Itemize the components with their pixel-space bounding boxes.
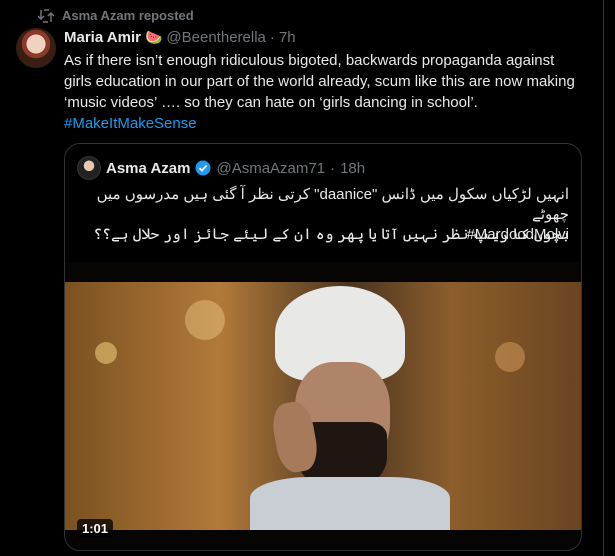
- author-handle[interactable]: @Beentherella: [166, 29, 265, 46]
- repost-label[interactable]: Asma Azam reposted: [62, 8, 194, 23]
- quoted-hashtag[interactable]: #MardoodMolvi: [466, 226, 569, 243]
- separator-dot: ·: [269, 29, 275, 46]
- background-light: [185, 300, 225, 340]
- avatar[interactable]: [16, 28, 56, 68]
- tweet-body: As if there isn’t enough ridiculous bigo…: [64, 52, 575, 111]
- quoted-tweet-card[interactable]: Asma Azam @AsmaAzam71 · 18h انہیں لڑکیاں…: [64, 143, 582, 551]
- tweet-time[interactable]: 7h: [279, 29, 296, 46]
- video-duration: 1:01: [77, 519, 114, 538]
- quoted-text-line-1: انہیں لڑکیاں سکول میں ڈانس "daanice" کرت…: [96, 186, 569, 223]
- tweet-text: As if there isn’t enough ridiculous bigo…: [64, 50, 584, 134]
- tweet-header: Maria Amir 🍉 @Beentherella · 7h: [64, 29, 296, 46]
- background-light: [95, 342, 117, 364]
- video-thumbnail[interactable]: [65, 282, 581, 530]
- background-light: [495, 342, 525, 372]
- author-name[interactable]: Maria Amir: [64, 29, 141, 46]
- verified-badge-icon: [195, 160, 211, 176]
- separator-dot: ·: [330, 159, 336, 177]
- repost-icon: [38, 8, 54, 23]
- watermelon-emoji: 🍉: [144, 29, 163, 45]
- quoted-tweet-header: Asma Azam @AsmaAzam71 · 18h: [77, 156, 365, 180]
- hashtag-link[interactable]: #MakeItMakeSense: [64, 115, 197, 132]
- column-divider: [603, 0, 604, 556]
- repost-indicator: Asma Azam reposted: [38, 8, 194, 23]
- person-shirt: [250, 477, 450, 530]
- avatar[interactable]: [77, 156, 101, 180]
- quoted-author-handle[interactable]: @AsmaAzam71: [216, 160, 325, 177]
- quoted-author-name[interactable]: Asma Azam: [106, 160, 190, 177]
- quoted-tweet-time[interactable]: 18h: [340, 160, 365, 177]
- video-player[interactable]: 1:01: [65, 262, 581, 550]
